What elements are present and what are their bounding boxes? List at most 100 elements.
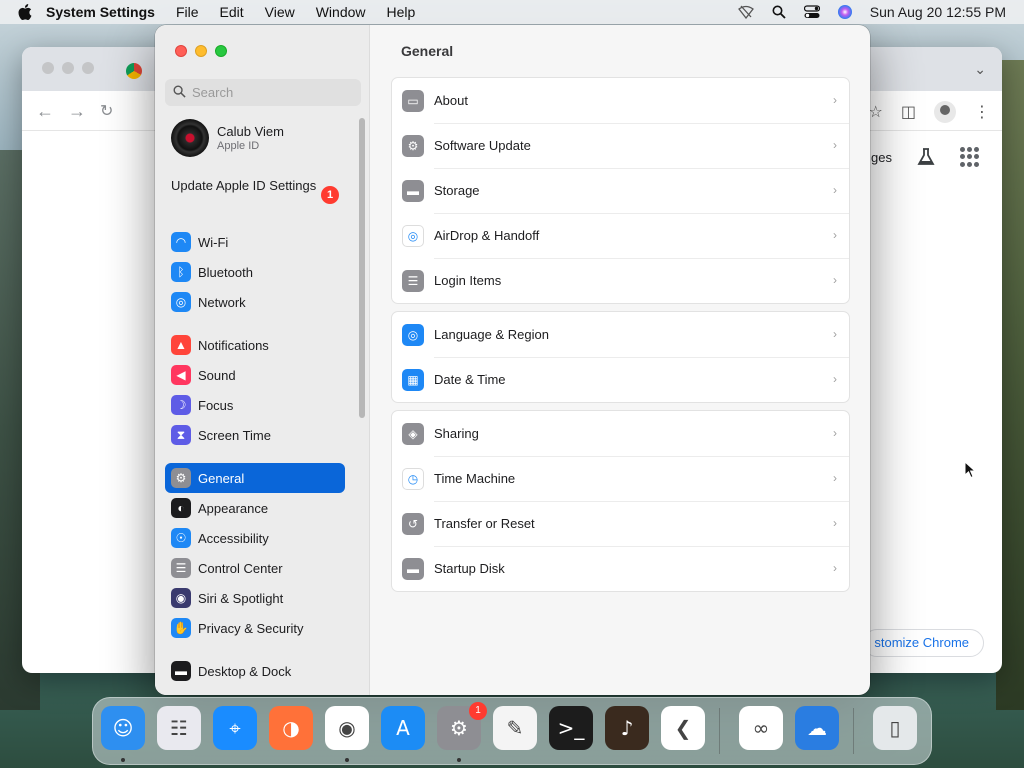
side-panel-icon[interactable]: ◫ bbox=[901, 102, 916, 122]
airdrop-icon: ◎ bbox=[402, 224, 424, 247]
sidebar-item-screen-time[interactable]: ⧗ Screen Time bbox=[165, 420, 345, 450]
back-arrow-icon[interactable]: ← bbox=[36, 101, 54, 122]
sidebar-item-desktop-and-dock[interactable]: ▬ Desktop & Dock bbox=[165, 656, 345, 686]
apple-id-account[interactable]: Calub Viem Apple ID bbox=[171, 119, 284, 157]
settings-row-language-and-region[interactable]: ◎ Language & Region › bbox=[392, 312, 849, 357]
menu-view[interactable]: View bbox=[265, 4, 295, 20]
garageband-icon[interactable]: ♪ bbox=[605, 706, 649, 750]
firefox-icon[interactable]: ◑ bbox=[269, 706, 313, 750]
images-link[interactable]: ges bbox=[871, 150, 892, 165]
moon-icon: ☽ bbox=[171, 395, 191, 415]
settings-row-storage[interactable]: ▬ Storage › bbox=[392, 168, 849, 213]
siri-icon[interactable] bbox=[837, 4, 853, 20]
avatar bbox=[171, 119, 209, 157]
reload-icon[interactable]: ↻ bbox=[100, 101, 113, 121]
textedit-icon[interactable]: ✎ bbox=[493, 706, 537, 750]
sidebar-item-bluetooth[interactable]: ᛒ Bluetooth bbox=[165, 257, 345, 287]
safari-icon[interactable]: ⌖ bbox=[213, 706, 257, 750]
sidebar-item-label: Appearance bbox=[198, 500, 269, 516]
settings-row-date-and-time[interactable]: ▦ Date & Time › bbox=[392, 357, 849, 402]
forward-arrow-icon[interactable]: → bbox=[68, 101, 86, 122]
sidebar-item-accessibility[interactable]: ☉ Accessibility bbox=[165, 523, 345, 553]
more-menu-icon[interactable]: ⋮ bbox=[974, 102, 990, 122]
dock-running-indicator bbox=[121, 758, 125, 762]
launchpad-icon[interactable]: ☷ bbox=[157, 706, 201, 750]
sidebar-item-label: Notifications bbox=[198, 337, 269, 353]
sidebar-item-sound[interactable]: ◀ Sound bbox=[165, 360, 345, 390]
chrome-close-button[interactable] bbox=[42, 62, 54, 74]
chevron-down-icon[interactable]: ⌄ bbox=[974, 61, 986, 78]
customize-chrome-button[interactable]: stomize Chrome bbox=[863, 629, 984, 657]
bluetooth-icon: ᛒ bbox=[171, 262, 191, 282]
sidebar-item-privacy-and-security[interactable]: ✋ Privacy & Security bbox=[165, 613, 345, 643]
chrome-traffic-lights bbox=[42, 62, 94, 74]
chrome-zoom-button[interactable] bbox=[82, 62, 94, 74]
settings-row-transfer-or-reset[interactable]: ↺ Transfer or Reset › bbox=[392, 501, 849, 546]
search-icon[interactable] bbox=[771, 4, 787, 20]
globe-icon: ◎ bbox=[402, 323, 424, 346]
profile-avatar-icon[interactable] bbox=[934, 101, 956, 123]
close-button[interactable] bbox=[175, 45, 187, 57]
settings-row-airdrop-and-handoff[interactable]: ◎ AirDrop & Handoff › bbox=[392, 213, 849, 258]
chevron-right-icon: › bbox=[833, 372, 837, 386]
sidebar-item-wi-fi[interactable]: ◠ Wi-Fi bbox=[165, 227, 345, 257]
settings-sidebar: Calub Viem Apple ID Update Apple ID Sett… bbox=[155, 25, 370, 695]
menu-bar: System Settings File Edit View Window He… bbox=[0, 0, 1024, 24]
visual-studio-icon[interactable]: ∞ bbox=[739, 706, 783, 750]
menu-edit[interactable]: Edit bbox=[220, 4, 244, 20]
google-top-links: ges bbox=[871, 147, 980, 167]
sidebar-item-appearance[interactable]: ◐ Appearance bbox=[165, 493, 345, 523]
menu-app-name[interactable]: System Settings bbox=[46, 4, 155, 20]
chevron-right-icon: › bbox=[833, 327, 837, 341]
google-apps-icon[interactable] bbox=[960, 147, 980, 167]
chrome-minimize-button[interactable] bbox=[62, 62, 74, 74]
sidebar-item-focus[interactable]: ☽ Focus bbox=[165, 390, 345, 420]
settings-group-language: ◎ Language & Region › ▦ Date & Time › bbox=[391, 311, 850, 403]
sidebar-item-label: Wi-Fi bbox=[198, 234, 229, 250]
list-icon: ☰ bbox=[402, 269, 424, 292]
sidebar-group-notifications: ▲ Notifications ◀ Sound ☽ Focus ⧗ Screen Time bbox=[165, 330, 345, 450]
chrome-tab-favicon-icon[interactable] bbox=[126, 63, 142, 79]
sidebar-item-notifications[interactable]: ▲ Notifications bbox=[165, 330, 345, 360]
settings-row-about[interactable]: ▭ About › bbox=[392, 78, 849, 123]
app-store-icon[interactable]: A bbox=[381, 706, 425, 750]
vscode-icon[interactable]: ❮ bbox=[661, 706, 705, 750]
appearance-icon: ◐ bbox=[171, 498, 191, 518]
sidebar-item-general[interactable]: ⚙ General bbox=[165, 463, 345, 493]
menu-file[interactable]: File bbox=[176, 4, 199, 20]
trash-icon[interactable]: ▯ bbox=[873, 706, 917, 750]
settings-row-label: Transfer or Reset bbox=[434, 516, 535, 531]
settings-row-time-machine[interactable]: ◷ Time Machine › bbox=[392, 456, 849, 501]
settings-row-startup-disk[interactable]: ▬ Startup Disk › bbox=[392, 546, 849, 591]
apple-menu-icon[interactable] bbox=[18, 4, 32, 20]
settings-row-login-items[interactable]: ☰ Login Items › bbox=[392, 258, 849, 303]
settings-row-software-update[interactable]: ⚙ Software Update › bbox=[392, 123, 849, 168]
zoom-button[interactable] bbox=[215, 45, 227, 57]
settings-row-sharing[interactable]: ◈ Sharing › bbox=[392, 411, 849, 456]
chrome-icon[interactable]: ◉ bbox=[325, 706, 369, 750]
terminal-icon[interactable]: >_ bbox=[549, 706, 593, 750]
menu-window[interactable]: Window bbox=[316, 4, 366, 20]
sidebar-item-network[interactable]: ◎ Network bbox=[165, 287, 345, 317]
menu-clock[interactable]: Sun Aug 20 12:55 PM bbox=[870, 4, 1006, 20]
chevron-right-icon: › bbox=[833, 426, 837, 440]
dock: ☺ ☷ ⌖ ◑ ◉ A ⚙ 1 ✎ >_ ♪ ❮ ∞ ☁ ▯ bbox=[92, 697, 932, 765]
update-apple-id-settings[interactable]: Update Apple ID Settings bbox=[171, 178, 343, 194]
settings-row-label: AirDrop & Handoff bbox=[434, 228, 540, 243]
sidebar-item-control-center[interactable]: ☰ Control Center bbox=[165, 553, 345, 583]
menu-help[interactable]: Help bbox=[387, 4, 416, 20]
labs-flask-icon[interactable] bbox=[916, 147, 936, 167]
sidebar-scrollbar[interactable] bbox=[359, 118, 365, 418]
minimize-button[interactable] bbox=[195, 45, 207, 57]
wifi-off-icon[interactable] bbox=[737, 4, 754, 20]
sidebar-item-siri-and-spotlight[interactable]: ◉ Siri & Spotlight bbox=[165, 583, 345, 613]
bell-icon: ▲ bbox=[171, 335, 191, 355]
bookmark-star-icon[interactable]: ☆ bbox=[869, 102, 883, 122]
search-input[interactable] bbox=[192, 85, 352, 100]
sidebar-search[interactable] bbox=[165, 79, 361, 106]
weather-icon[interactable]: ☁ bbox=[795, 706, 839, 750]
finder-icon[interactable]: ☺ bbox=[101, 706, 145, 750]
settings-row-label: Sharing bbox=[434, 426, 479, 441]
control-center-icon[interactable] bbox=[803, 4, 820, 20]
sidebar-item-label: Siri & Spotlight bbox=[198, 590, 284, 606]
